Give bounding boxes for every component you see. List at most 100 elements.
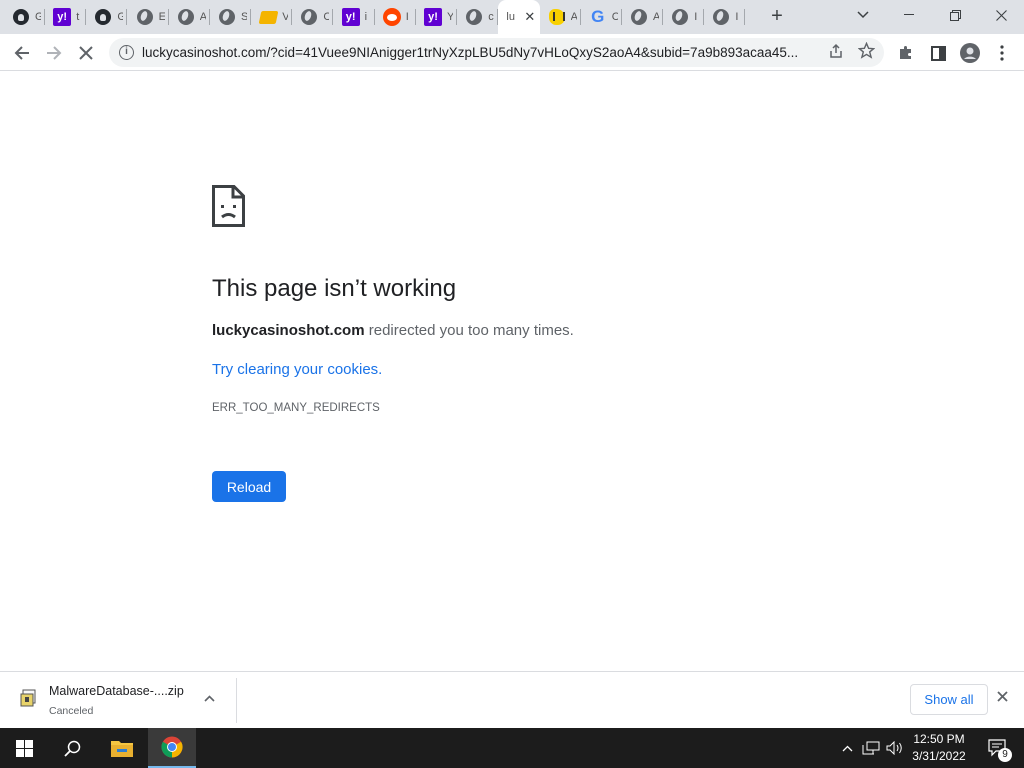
yahoo-icon: y! (53, 8, 72, 26)
yahoo-icon: y! (424, 8, 442, 26)
close-icon (997, 691, 1008, 702)
zip-file-icon (20, 689, 36, 707)
show-all-button[interactable]: Show all (910, 684, 988, 715)
folder-icon (111, 741, 133, 757)
tab-title: Y (447, 11, 453, 23)
error-description-text: redirected you too many times. (364, 322, 574, 339)
side-panel-icon (930, 45, 946, 61)
browser-tab[interactable]: y! Y (416, 0, 457, 34)
clock[interactable]: 12:50 PM 3/31/2022 (906, 731, 972, 765)
reload-button[interactable]: Reload (212, 471, 286, 502)
volume-button[interactable] (884, 728, 906, 768)
restore-icon (949, 9, 961, 21)
tab-search-button[interactable] (840, 0, 886, 30)
error-code: ERR_TOO_MANY_REDIRECTS (212, 402, 380, 414)
browser-tab[interactable]: I (375, 0, 416, 34)
browser-tab[interactable]: I (704, 0, 746, 34)
browser-tab[interactable]: C (292, 0, 334, 34)
browser-tab[interactable]: y! i (334, 0, 375, 34)
bookmark-button[interactable] (857, 41, 876, 64)
tab-title: C (611, 11, 618, 23)
chrome-taskbar-button[interactable] (148, 728, 196, 768)
browser-tab[interactable]: I (663, 0, 705, 34)
puzzle-icon (900, 46, 911, 59)
globe-icon (218, 8, 236, 26)
side-panel-button[interactable] (925, 40, 951, 66)
stop-loading-button[interactable] (73, 40, 99, 66)
yahoo-icon: y! (341, 8, 360, 26)
download-item[interactable]: MalwareDatabase-....zip Canceled (0, 678, 237, 723)
notifications-button[interactable]: 9 (978, 728, 1018, 768)
browser-tab[interactable]: y! t (45, 0, 87, 34)
chrome-icon (161, 736, 183, 758)
error-description: luckycasinoshot.com redirected you too m… (212, 322, 574, 339)
kebab-menu-icon (1000, 45, 1004, 61)
browser-tab[interactable]: A (540, 0, 581, 34)
tab-title: t (76, 11, 80, 23)
profile-button[interactable] (957, 40, 983, 66)
show-hidden-icons-button[interactable] (838, 728, 856, 768)
browser-tab[interactable]: S (210, 0, 251, 34)
browser-toolbar: i luckycasinoshot.com/?cid=41Vuee9NIAnig… (0, 34, 1024, 71)
tab-strip: Gy! t G E A S V Cy! i Iy! Yc lu ✕ A G C A I I + (0, 0, 1024, 34)
browser-tab[interactable]: GC (581, 0, 622, 34)
search-button[interactable] (48, 728, 96, 768)
globe-icon (136, 8, 154, 26)
browser-tab[interactable]: V (251, 0, 293, 34)
extensions-button[interactable] (893, 40, 919, 66)
close-shelf-button[interactable] (997, 689, 1008, 707)
browser-tab[interactable]: A (169, 0, 210, 34)
menu-button[interactable] (989, 40, 1015, 66)
bee-icon (548, 8, 566, 26)
close-icon (995, 9, 1007, 21)
tab-title: A (653, 11, 659, 23)
tab-title: G (35, 11, 41, 23)
tab-title: A (570, 11, 577, 23)
file-explorer-button[interactable] (98, 728, 146, 768)
start-button[interactable] (0, 728, 48, 768)
browser-tab[interactable]: G (86, 0, 128, 34)
search-icon (63, 740, 80, 757)
back-button[interactable] (9, 40, 35, 66)
folder-icon (258, 8, 279, 26)
download-status: Canceled (49, 705, 94, 717)
download-shelf: MalwareDatabase-....zip Canceled Show al… (0, 671, 1024, 728)
share-button[interactable] (828, 43, 844, 63)
browser-tab[interactable]: G (4, 0, 45, 34)
minimize-icon (904, 14, 914, 15)
close-tab-icon[interactable]: ✕ (524, 9, 535, 25)
browser-tab[interactable]: A (622, 0, 663, 34)
restore-button[interactable] (932, 0, 978, 30)
browser-tab[interactable]: lu ✕ (498, 0, 541, 34)
chevron-up-icon (842, 745, 852, 751)
close-window-button[interactable] (978, 0, 1024, 30)
chevron-up-icon (204, 695, 215, 702)
clear-cookies-link[interactable]: Try clearing your cookies. (212, 361, 382, 378)
sad-page-icon (212, 185, 245, 227)
tab-title: I (405, 11, 409, 23)
windows-taskbar: 12:50 PM 3/31/2022 9 (0, 728, 1024, 768)
tab-title: I (735, 11, 739, 23)
address-bar[interactable]: i luckycasinoshot.com/?cid=41Vuee9NIAnig… (109, 38, 884, 67)
globe-icon (465, 8, 483, 26)
network-button[interactable] (860, 728, 882, 768)
tab-separator (744, 9, 746, 25)
url-text[interactable]: luckycasinoshot.com/?cid=41Vuee9NIAnigge… (142, 45, 822, 60)
tab-title: V (282, 11, 289, 23)
tab-title: S (241, 11, 247, 23)
globe-icon (671, 8, 689, 26)
forward-button[interactable] (41, 40, 67, 66)
tab-title: c (488, 11, 494, 23)
tab-title: E (158, 11, 165, 23)
browser-tab[interactable]: E (128, 0, 169, 34)
clock-time: 12:50 PM (913, 732, 965, 746)
minimize-button[interactable] (886, 0, 932, 30)
browser-tab[interactable]: c (457, 0, 499, 34)
close-icon (79, 46, 93, 60)
site-info-icon[interactable]: i (119, 45, 134, 60)
arrow-left-icon (14, 46, 29, 60)
download-options-button[interactable] (204, 690, 215, 705)
globe-icon (300, 8, 318, 26)
new-tab-button[interactable]: + (766, 6, 788, 28)
download-file-name: MalwareDatabase-....zip (49, 684, 184, 698)
